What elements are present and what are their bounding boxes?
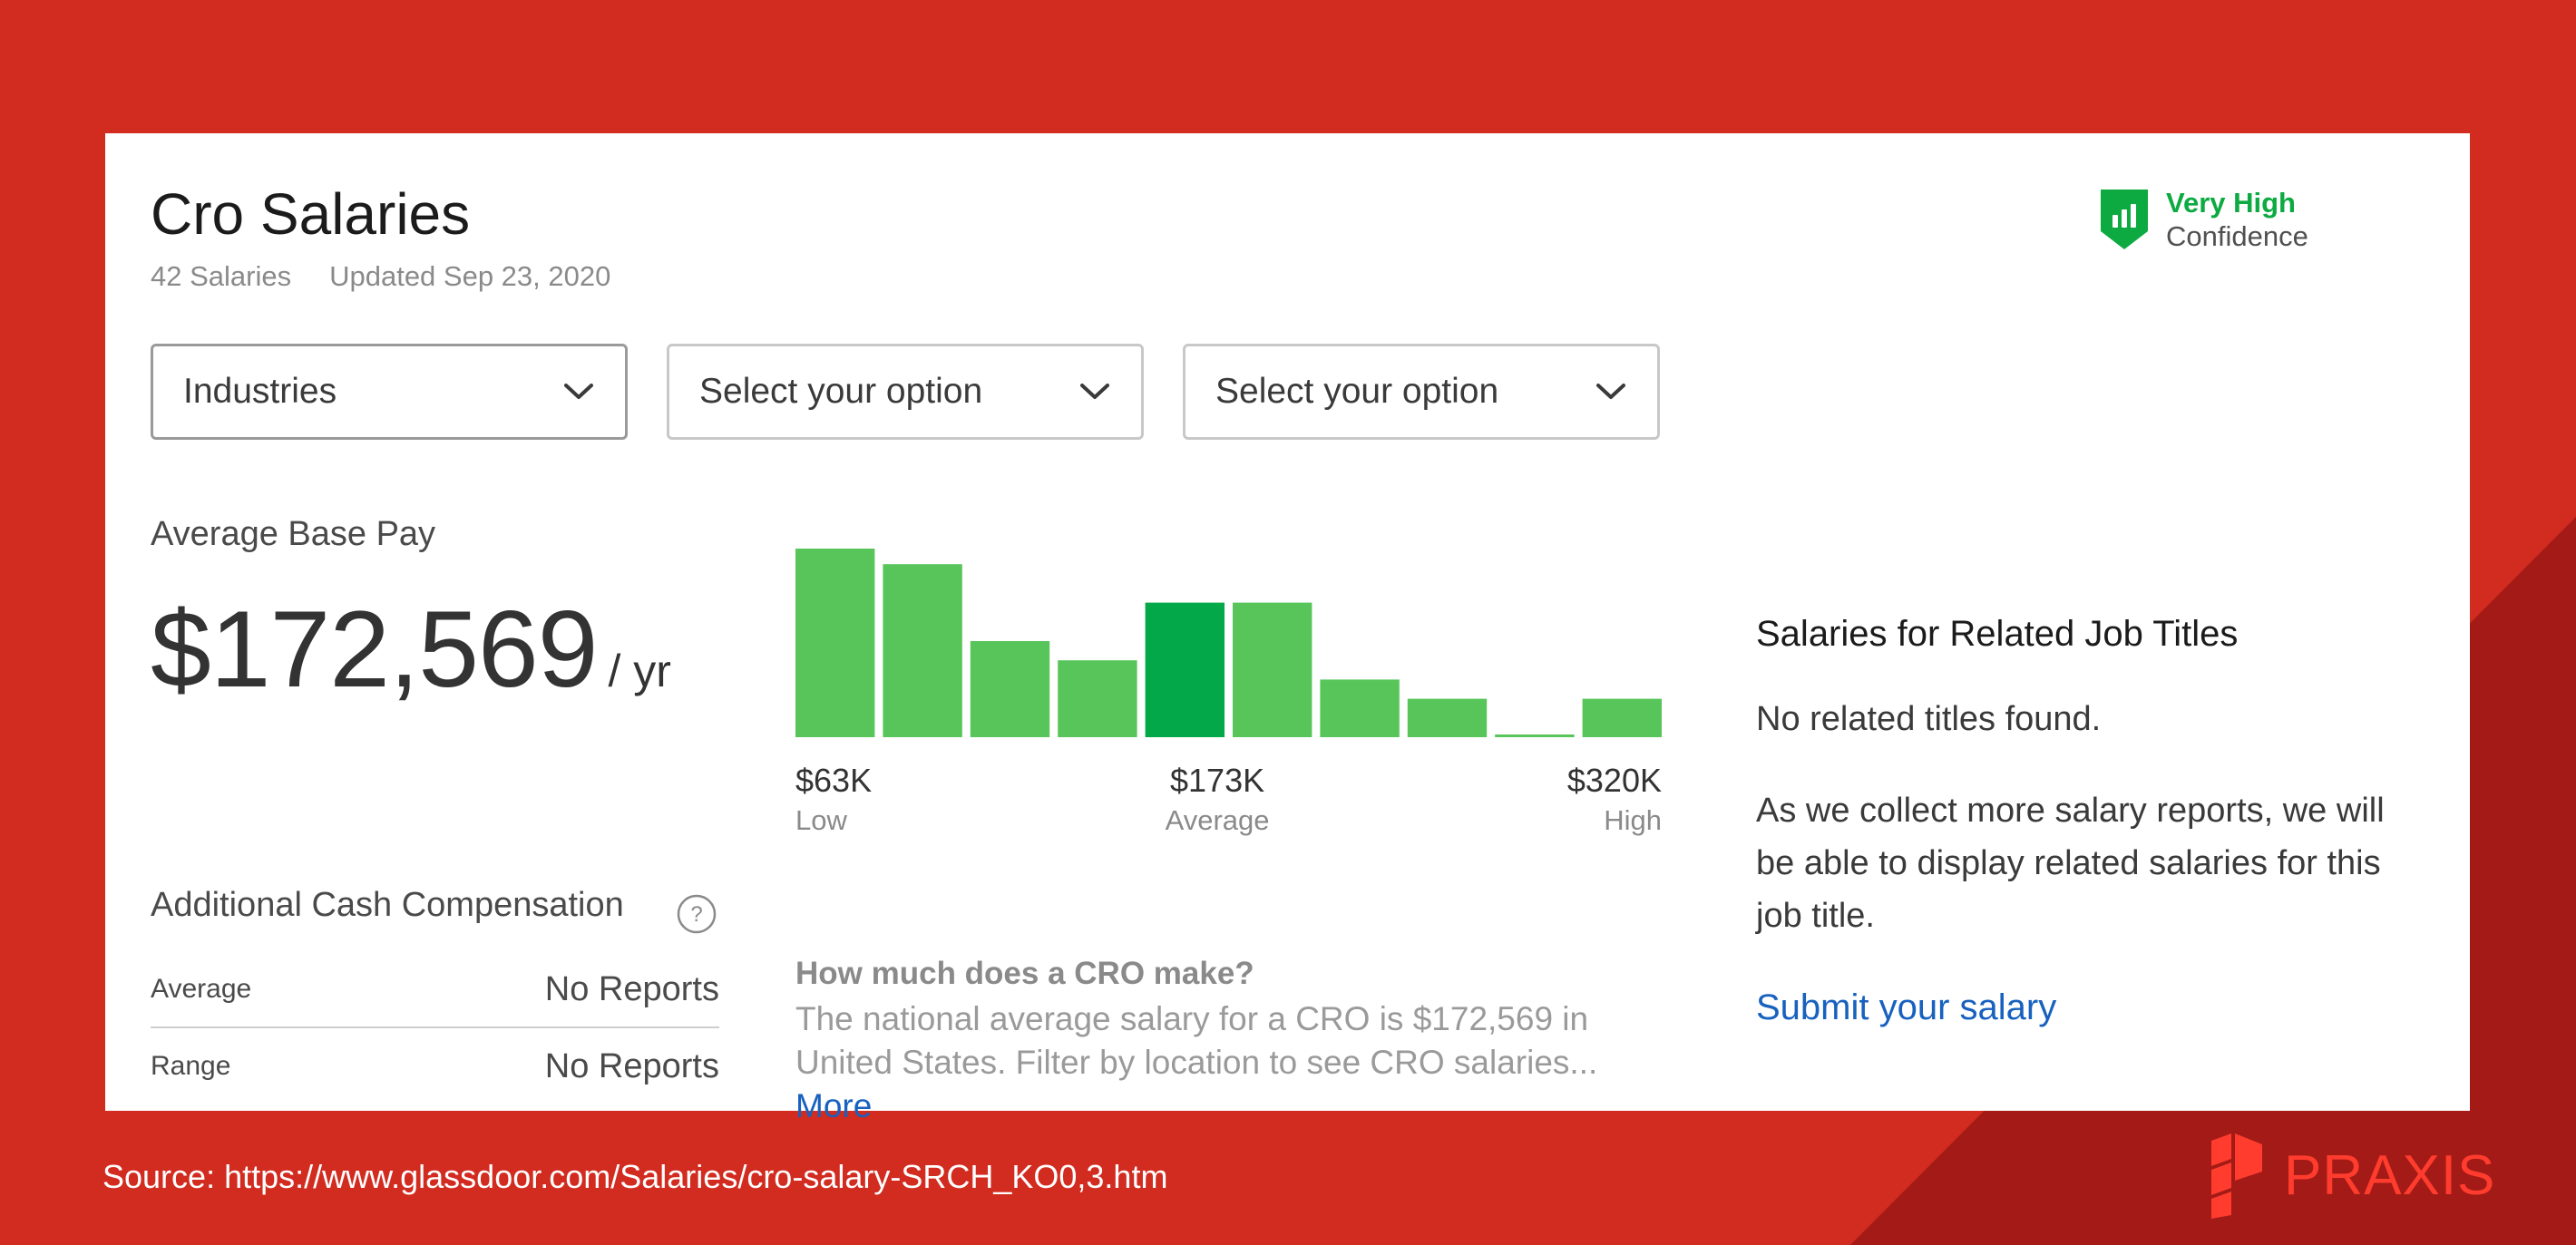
- salary-distribution-chart: $63K Low $173K Average $320K High: [795, 549, 1662, 836]
- acc-row-key: Range: [151, 1051, 231, 1081]
- faq-answer: The national average salary for a CRO is…: [795, 997, 1666, 1128]
- histogram-bar: [1233, 602, 1312, 737]
- tick-value: $320K: [1567, 762, 1662, 799]
- filter-dropdown-3[interactable]: Select your option: [1183, 344, 1660, 440]
- chevron-down-icon: [1080, 384, 1109, 399]
- more-link[interactable]: More: [795, 1087, 872, 1124]
- industries-dropdown[interactable]: Industries: [151, 344, 628, 440]
- tick-value: $173K: [1170, 762, 1264, 799]
- histogram-bar: [883, 564, 962, 737]
- praxis-logo-icon: [2211, 1133, 2262, 1219]
- chevron-down-icon: [564, 384, 593, 399]
- base-pay-unit: / yr: [608, 646, 671, 696]
- updated-date: Updated Sep 23, 2020: [329, 260, 611, 292]
- related-titles-heading: Salaries for Related Job Titles: [1756, 614, 2239, 654]
- salary-meta: 42 Salaries Updated Sep 23, 2020: [151, 260, 610, 293]
- salary-faq: How much does a CRO make? The national a…: [795, 956, 1666, 1128]
- histogram-bar: [1145, 602, 1225, 737]
- additional-cash-label: Additional Cash Compensation: [151, 886, 624, 924]
- tick-label: High: [1604, 804, 1662, 836]
- tick-label: Average: [1166, 804, 1270, 836]
- page-title: Cro Salaries: [151, 181, 471, 247]
- tick-label: Low: [795, 804, 847, 836]
- histogram-bar: [795, 549, 875, 737]
- chevron-down-icon: [1596, 384, 1625, 399]
- confidence-shield-icon: [2101, 190, 2148, 249]
- filter-dropdown-3-label: Select your option: [1215, 372, 1499, 411]
- acc-row-key: Average: [151, 974, 252, 1004]
- histogram-bar: [1582, 698, 1662, 737]
- histogram-bar: [1058, 660, 1137, 737]
- salary-card: Cro Salaries 42 Salaries Updated Sep 23, …: [105, 133, 2470, 1124]
- acc-row-range: Range No Reports: [151, 1028, 719, 1104]
- no-related-titles-text: No related titles found.: [1756, 700, 2102, 738]
- confidence-level: Very High: [2166, 187, 2296, 219]
- acc-row-average: Average No Reports: [151, 951, 719, 1027]
- average-base-pay-value: $172,569/ yr: [151, 587, 671, 712]
- faq-answer-text: The national average salary for a CRO is…: [795, 1000, 1598, 1081]
- filter-dropdown-2[interactable]: Select your option: [667, 344, 1144, 440]
- related-description: As we collect more salary reports, we wi…: [1756, 792, 2385, 935]
- submit-salary-link[interactable]: Submit your salary: [1756, 987, 2418, 1028]
- tick-value: $63K: [795, 762, 872, 799]
- faq-question: How much does a CRO make?: [795, 956, 1254, 991]
- confidence-label: Confidence: [2166, 220, 2308, 252]
- acc-row-value: No Reports: [544, 1046, 719, 1085]
- histogram-bar: [1320, 679, 1400, 737]
- histogram-bar: [970, 641, 1050, 737]
- help-circle-icon[interactable]: ?: [677, 894, 717, 934]
- histogram-bar: [1495, 734, 1575, 737]
- related-titles-panel: Salaries for Related Job Titles No relat…: [1756, 614, 2418, 1028]
- source-caption: Source: https://www.glassdoor.com/Salari…: [102, 1158, 1168, 1195]
- base-pay-amount: $172,569: [151, 588, 599, 710]
- confidence-badge: Very High Confidence: [2099, 186, 2308, 253]
- salary-count: 42 Salaries: [151, 260, 292, 292]
- praxis-logo: PRAXIS: [2206, 1132, 2495, 1219]
- average-base-pay-label: Average Base Pay: [151, 515, 436, 553]
- industries-dropdown-label: Industries: [183, 372, 337, 411]
- acc-row-value: No Reports: [544, 969, 719, 1008]
- svg-text:?: ?: [690, 902, 702, 927]
- brand-wordmark: PRAXIS: [2284, 1143, 2496, 1207]
- filter-dropdown-2-label: Select your option: [699, 372, 983, 411]
- histogram-bar: [1407, 698, 1488, 737]
